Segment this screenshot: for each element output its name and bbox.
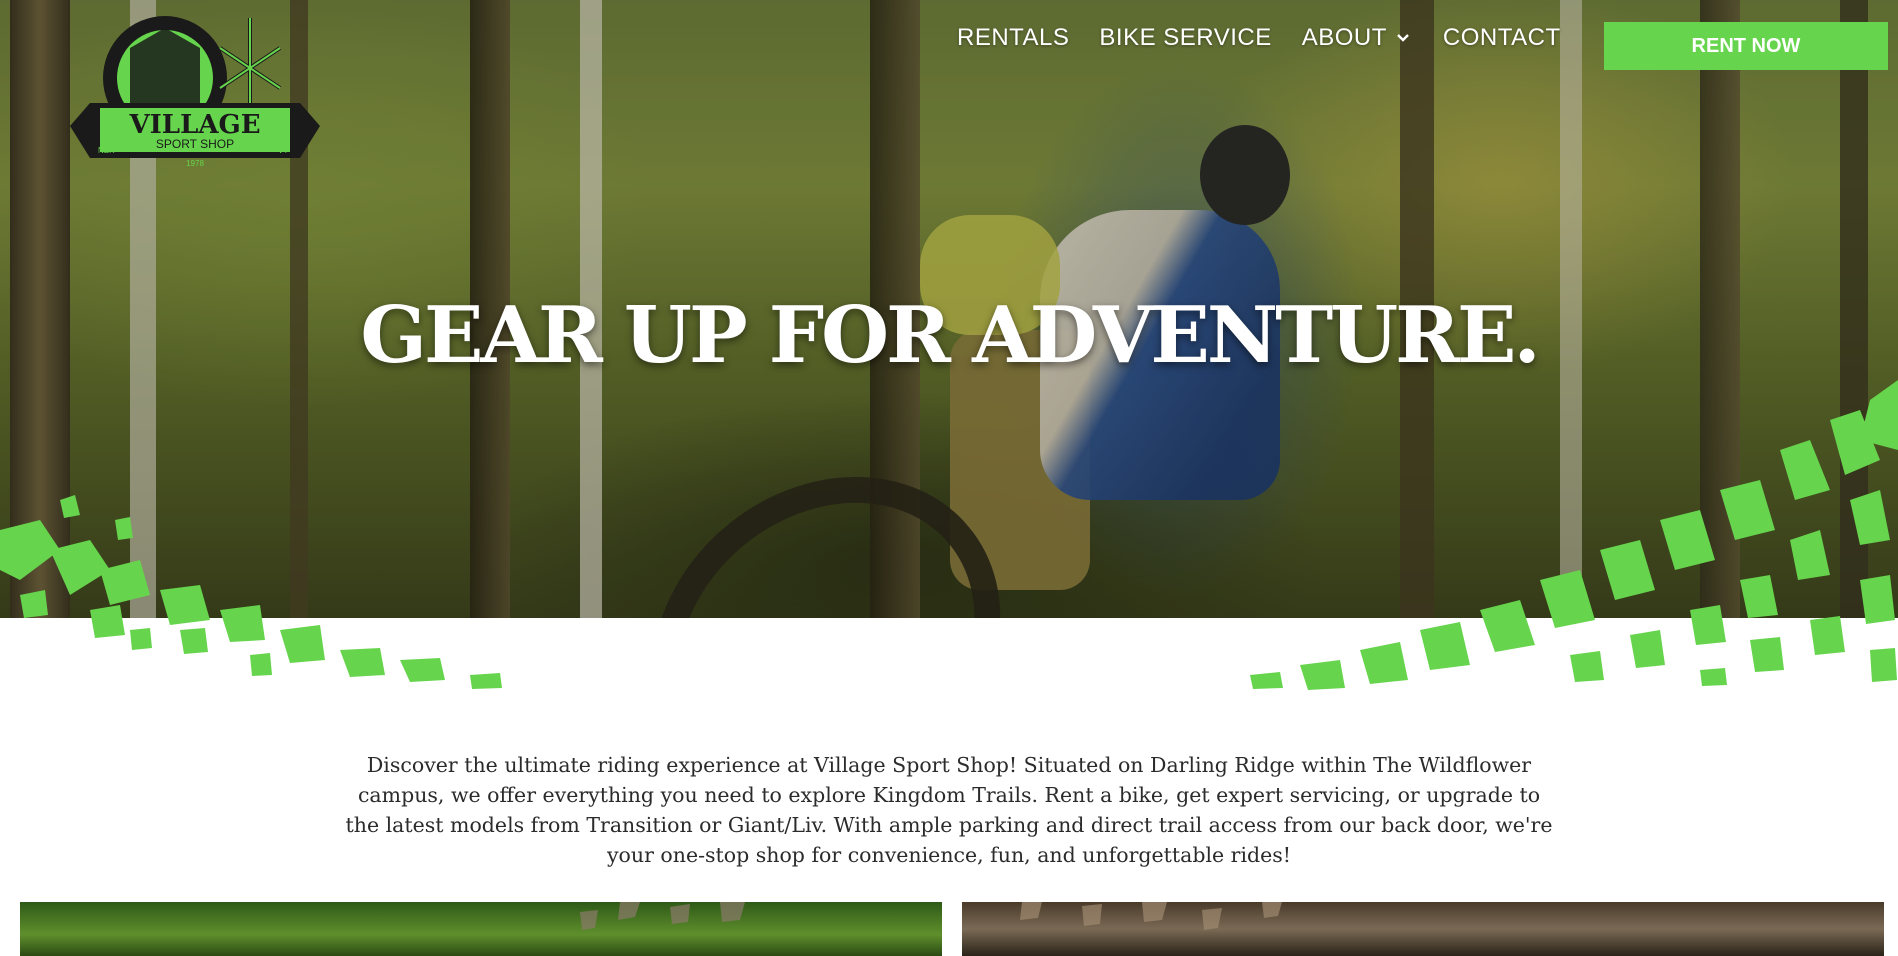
- logo-left: NEK: [98, 146, 115, 155]
- nav-item-rentals[interactable]: RENTALS: [957, 24, 1069, 52]
- village-sport-shop-logo[interactable]: VILLAGE SPORT SHOP NEK VT 1978: [70, 8, 320, 183]
- green-splatter-divider: [0, 380, 1898, 690]
- nav-item-about-label: ABOUT: [1301, 24, 1387, 51]
- rent-now-button[interactable]: RENT NOW: [1604, 22, 1888, 70]
- shop-image-card[interactable]: [962, 902, 1884, 956]
- main-nav: RENTALS BIKE SERVICE ABOUT CONTACT: [957, 24, 1591, 52]
- trail-image-card[interactable]: [20, 902, 942, 956]
- nav-item-contact[interactable]: CONTACT: [1443, 24, 1561, 52]
- logo-year: 1978: [186, 159, 204, 168]
- intro-text: Discover the ultimate riding experience …: [345, 753, 1553, 867]
- logo-name: VILLAGE: [128, 110, 260, 140]
- splatter-overlay: [580, 902, 745, 930]
- hero-title: GEAR UP FOR ADVENTURE.: [360, 290, 1540, 381]
- logo-right: VT: [278, 146, 288, 155]
- nav-item-bike-service[interactable]: BIKE SERVICE: [1099, 24, 1271, 52]
- chevron-down-icon: [1397, 34, 1409, 42]
- splatter-overlay: [1020, 902, 1282, 930]
- logo-subtitle: SPORT SHOP: [156, 137, 234, 151]
- nav-item-about[interactable]: ABOUT: [1302, 24, 1413, 52]
